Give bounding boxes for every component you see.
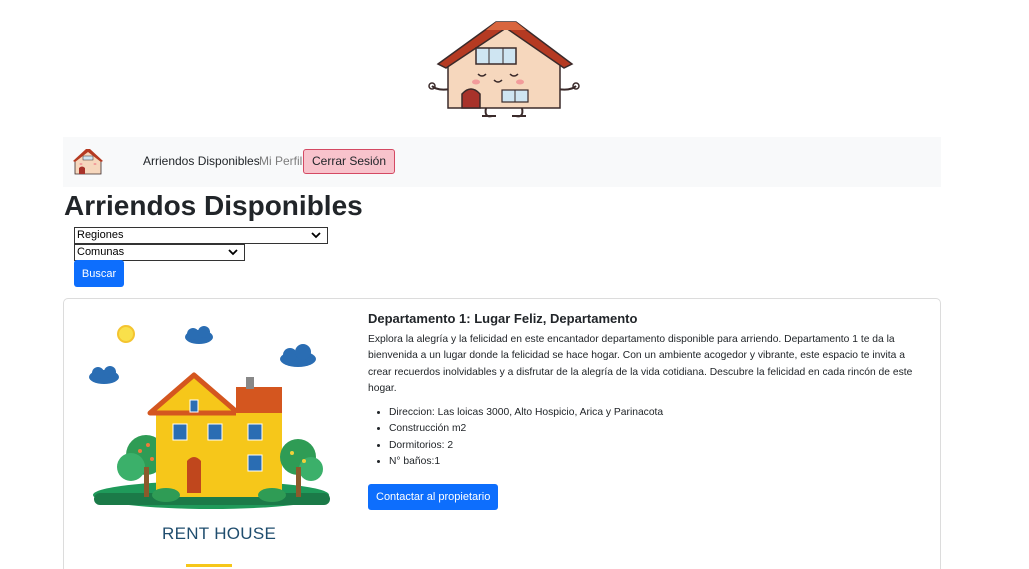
listing-description: Explora la alegría y la felicidad en est… (368, 334, 913, 394)
listing-body: Departamento 1: Lugar Feliz, Departament… (368, 311, 913, 470)
detail-address: Direccion: Las loicas 3000, Alto Hospici… (389, 405, 913, 421)
house-mascot-icon[interactable] (71, 146, 105, 178)
region-select-value: Regiones (77, 229, 124, 241)
detail-bedrooms: Dormitorios: 2 (389, 438, 913, 454)
chevron-down-icon (311, 232, 321, 239)
contact-owner-button[interactable]: Contactar al propietario (368, 484, 499, 510)
nav-link-arriendos[interactable]: Arriendos Disponibles (143, 154, 260, 168)
chevron-down-icon (228, 249, 238, 256)
logout-button[interactable]: Cerrar Sesión (303, 149, 396, 174)
nav-link-mi-perfil[interactable]: Mi Perfil (259, 154, 302, 168)
house-mascot-logo-icon (426, 18, 582, 122)
detail-construction: Construcción m2 (389, 421, 913, 437)
comuna-select-value: Comunas (77, 246, 125, 258)
comuna-select[interactable]: Comunas (74, 244, 245, 261)
detail-bathrooms: N° baños:1 (389, 454, 913, 470)
region-select[interactable]: Regiones (74, 227, 328, 244)
listing-title: Departamento 1: Lugar Feliz, Departament… (368, 311, 638, 326)
navbar: Arriendos Disponibles Mi Perfil Cerrar S… (63, 137, 941, 187)
search-button[interactable]: Buscar (74, 260, 124, 287)
listing-card: RENT HOUSE Departamento 1: Lugar Feliz, … (63, 298, 941, 569)
page-title: Arriendos Disponibles (64, 190, 363, 221)
listing-details: Direccion: Las loicas 3000, Alto Hospici… (368, 405, 913, 470)
rent-house-caption: RENT HOUSE (162, 524, 277, 543)
